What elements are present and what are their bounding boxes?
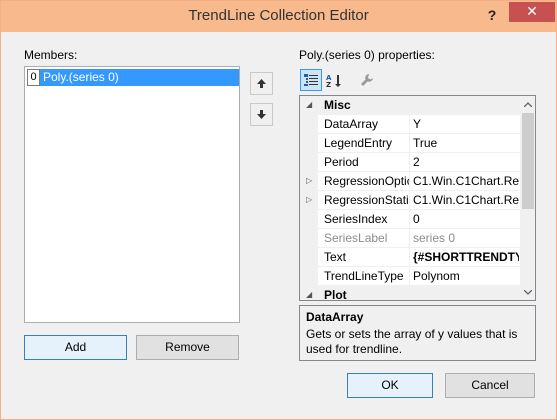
close-button[interactable]: ✕: [509, 2, 555, 22]
property-name: TrendLineType: [324, 267, 410, 286]
cancel-button[interactable]: Cancel: [445, 373, 535, 398]
arrow-up-icon: [257, 79, 266, 88]
property-row[interactable]: ▷ RegressionStatis C1.Win.C1Chart.Reg: [300, 191, 520, 210]
alphabetical-button[interactable]: A Z: [323, 69, 345, 91]
expand-icon[interactable]: ▷: [306, 195, 316, 205]
property-description-pane: DataArray Gets or sets the array of y va…: [299, 305, 536, 361]
properties-label: Poly.(series 0) properties:: [299, 48, 435, 62]
category-misc[interactable]: ◢ Misc: [300, 96, 520, 115]
property-name: RegressionOptic: [324, 172, 410, 191]
chevron-up-icon: [524, 101, 532, 107]
collection-editor-dialog: TrendLine Collection Editor ? ✕ Members:…: [0, 0, 557, 420]
wrench-icon: [361, 74, 373, 86]
property-name: SeriesIndex: [324, 210, 410, 229]
property-value[interactable]: C1.Win.C1Chart.Reg: [413, 172, 519, 191]
member-name: Poly.(series 0): [40, 69, 239, 86]
property-row[interactable]: SeriesIndex 0: [300, 210, 520, 229]
categorized-icon: [304, 74, 318, 86]
property-value[interactable]: 2: [413, 153, 519, 172]
property-row[interactable]: Text {#SHORTTRENDTY: [300, 248, 520, 267]
add-button[interactable]: Add: [24, 335, 127, 360]
scrollbar-thumb[interactable]: [522, 113, 534, 209]
collapse-icon[interactable]: ◢: [306, 100, 316, 110]
property-value[interactable]: Polynom: [413, 267, 519, 286]
members-label: Members:: [24, 48, 78, 62]
alphabetical-icon: A Z: [326, 74, 341, 88]
property-grid-toolbar: A Z: [299, 68, 534, 92]
help-button[interactable]: ?: [480, 4, 504, 28]
window-title: TrendLine Collection Editor: [188, 7, 369, 24]
property-value[interactable]: 0: [413, 210, 519, 229]
vertical-scrollbar[interactable]: [520, 96, 535, 300]
categorized-button[interactable]: [300, 69, 322, 91]
property-value: series 0: [413, 231, 456, 245]
property-name: LegendEntry: [324, 134, 410, 153]
property-grid[interactable]: ◢ Misc DataArray Y LegendEntry True Peri…: [299, 95, 536, 301]
arrow-down-icon: [257, 110, 266, 119]
title-bar[interactable]: TrendLine Collection Editor ? ✕: [1, 1, 556, 32]
property-name: RegressionStatis: [324, 191, 410, 210]
scroll-down-button[interactable]: [520, 284, 535, 300]
property-row[interactable]: LegendEntry True: [300, 134, 520, 153]
member-index: 0: [27, 69, 40, 86]
description-title: DataArray: [306, 310, 364, 324]
property-row[interactable]: TrendLineType Polynom: [300, 267, 520, 286]
property-row[interactable]: ▷ RegressionOptic C1.Win.C1Chart.Reg: [300, 172, 520, 191]
description-text: Gets or sets the array of y values that …: [306, 327, 518, 356]
property-pages-button[interactable]: [356, 69, 378, 91]
property-row[interactable]: SeriesLabel series 0: [300, 229, 520, 248]
ok-button[interactable]: OK: [347, 373, 433, 398]
chevron-down-icon: [524, 289, 532, 295]
category-name: Misc: [324, 98, 351, 112]
property-name: DataArray: [324, 115, 410, 134]
remove-button[interactable]: Remove: [136, 335, 239, 360]
property-row[interactable]: Period 2: [300, 153, 520, 172]
move-up-button[interactable]: [250, 72, 273, 95]
category-name: Plot: [324, 288, 347, 301]
property-value[interactable]: C1.Win.C1Chart.Reg: [413, 191, 519, 210]
property-value[interactable]: {#SHORTTRENDTY: [413, 248, 519, 267]
list-item[interactable]: 0 Poly.(series 0): [27, 69, 239, 86]
category-plot[interactable]: ◢ Plot: [300, 286, 520, 301]
property-name: SeriesLabel: [324, 229, 410, 248]
expand-icon[interactable]: ▷: [306, 176, 316, 186]
property-value[interactable]: True: [413, 134, 519, 153]
svg-text:Z: Z: [326, 81, 331, 88]
property-row[interactable]: DataArray Y: [300, 115, 520, 134]
property-name: Period: [324, 153, 410, 172]
scroll-up-button[interactable]: [520, 96, 535, 112]
collapse-icon[interactable]: ◢: [306, 290, 316, 300]
move-down-button[interactable]: [250, 103, 273, 126]
property-name: Text: [324, 248, 410, 267]
property-value[interactable]: Y: [413, 115, 519, 134]
members-list[interactable]: 0 Poly.(series 0): [24, 66, 240, 323]
